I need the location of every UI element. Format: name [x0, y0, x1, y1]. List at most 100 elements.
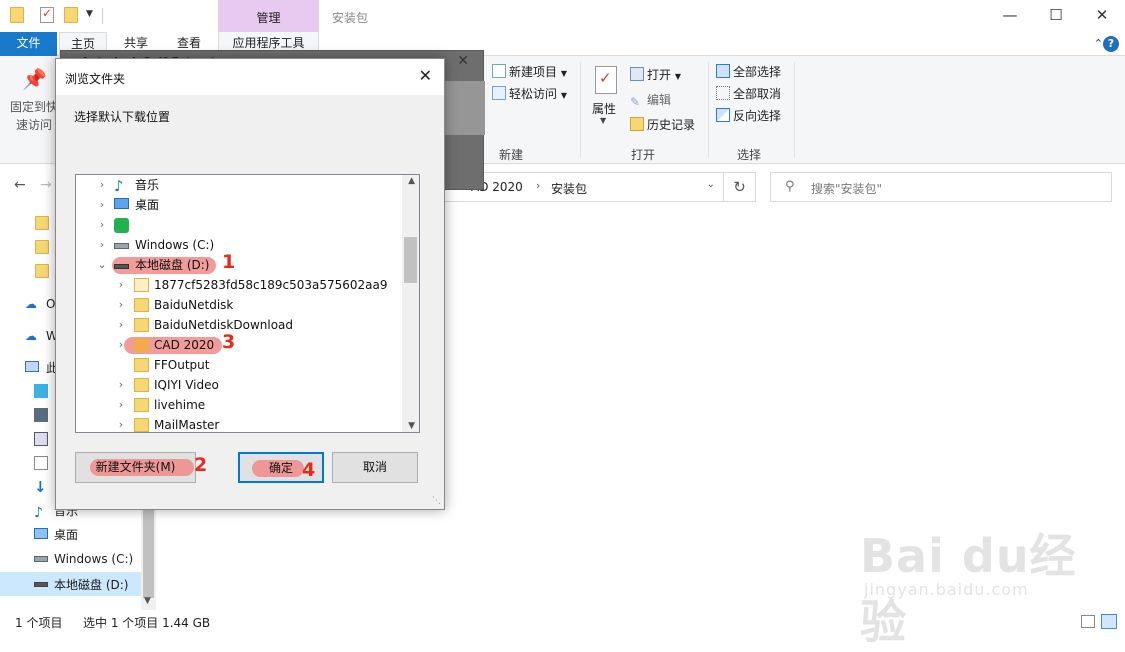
maximize-button[interactable]: ☐ [1033, 0, 1079, 32]
chevron-right-icon[interactable]: › [115, 375, 127, 395]
iqiyi-icon [114, 218, 129, 233]
nav-item-label: Windows (C:) [54, 552, 134, 566]
tree-item-folder[interactable]: › IQIYI Video [76, 375, 402, 395]
folder-icon[interactable] [35, 240, 49, 254]
tree-item-windows-c[interactable]: › Windows (C:) [76, 235, 402, 255]
folder-icon[interactable] [10, 7, 24, 23]
select-none-icon [716, 86, 730, 100]
chevron-right-icon[interactable]: › [96, 195, 108, 215]
easy-access-label: 轻松访问 [509, 87, 558, 101]
search-input[interactable]: ⚲ 搜索"安装包" [770, 172, 1112, 202]
dialog-title-bar: 浏览文件夹 ✕ [56, 59, 444, 95]
tree-item-label: 本地磁盘 (D:) [135, 258, 210, 272]
tab-file[interactable]: 文件 [0, 32, 57, 56]
tree-scrollbar[interactable] [402, 175, 419, 432]
forward-arrow-icon[interactable]: → [40, 177, 52, 193]
new-folder-button[interactable]: 新建文件夹(M) [75, 452, 196, 483]
tree-item-label: Windows (C:) [135, 238, 215, 252]
help-icon[interactable]: ? [1103, 36, 1119, 52]
chevron-up-icon[interactable]: ⌃ [1094, 37, 1103, 50]
close-icon[interactable]: ✕ [457, 53, 469, 69]
tree-item-label: FFOutput [154, 358, 210, 372]
breadcrumb-install-package[interactable]: 安装包 [551, 180, 587, 197]
properties-quick-icon[interactable] [40, 6, 54, 23]
chevron-down-icon[interactable]: ▼ [144, 596, 151, 606]
chevron-right-icon[interactable]: › [96, 215, 108, 235]
desktop-icon [114, 198, 129, 209]
minimize-button[interactable]: — [987, 0, 1033, 32]
chevron-down-icon[interactable]: ⌄ [96, 255, 108, 275]
folder-icon [134, 398, 149, 412]
back-arrow-icon[interactable]: ← [14, 177, 26, 193]
search-icon: ⚲ [785, 179, 795, 194]
resize-grip-icon[interactable]: ⋱ [432, 496, 441, 506]
nav-item-desktop[interactable]: 桌面 [0, 523, 142, 547]
tree-item-folder[interactable]: FFOutput [76, 355, 402, 375]
folder-tree[interactable]: › ♪ 音乐 › 桌面 › › Windows (C:) ⌄ 本地磁盘 (D:) [75, 174, 420, 433]
pin-to-quick-access-button[interactable]: 固定到快 速访问 [8, 98, 60, 134]
invert-selection-button[interactable]: 反向选择 [716, 106, 781, 126]
edit-button[interactable]: ✎ 编辑 [630, 90, 671, 110]
tree-item-folder[interactable]: › 1877cf5283fd58c189c503a575602aa9 [76, 275, 402, 295]
cancel-button[interactable]: 取消 [332, 452, 418, 483]
music-icon: ♪ [114, 177, 124, 195]
chevron-right-icon[interactable]: › [115, 395, 127, 415]
computer-icon [25, 361, 39, 372]
pencil-icon: ✎ [630, 95, 641, 109]
video-icon[interactable] [34, 408, 48, 422]
tree-item-folder[interactable]: › MailMaster [76, 415, 402, 432]
folder-icon[interactable] [35, 264, 49, 278]
nav-item-windows-c[interactable]: Windows (C:) [0, 547, 142, 571]
invert-selection-icon [716, 108, 730, 122]
dialog-close-button[interactable]: ✕ [419, 66, 432, 85]
chevron-down-icon[interactable]: ⌄ [707, 179, 715, 190]
chevron-right-icon[interactable]: › [115, 315, 127, 335]
tree-item-label: IQIYI Video [154, 378, 219, 392]
picture-icon[interactable] [34, 432, 48, 446]
download-icon[interactable]: ↓ [34, 480, 48, 495]
open-button[interactable]: 打开 ▼ [630, 65, 681, 85]
divider [708, 62, 709, 158]
pin-icon[interactable]: 📌 [22, 68, 47, 90]
chevron-right-icon[interactable]: › [96, 235, 108, 255]
properties-icon[interactable] [595, 66, 617, 94]
quick-access-dropdown-icon[interactable]: ▼ [86, 9, 96, 21]
chevron-up-icon[interactable]: ▲ [408, 176, 415, 186]
chevron-right-icon[interactable]: › [115, 275, 127, 295]
select-none-label: 全部取消 [733, 87, 782, 101]
chevron-down-icon[interactable]: ▼ [408, 421, 415, 431]
pin-label-line2: 速访问 [15, 118, 52, 132]
document-icon[interactable] [34, 456, 48, 470]
easy-access-button[interactable]: 轻松访问 ▼ [492, 84, 567, 104]
3d-objects-icon[interactable] [34, 384, 48, 398]
tree-item-iqiyi[interactable]: › [76, 215, 402, 235]
chevron-right-icon[interactable]: › [115, 415, 127, 432]
dialog-title: 浏览文件夹 [65, 72, 126, 86]
folder-icon[interactable] [35, 216, 49, 230]
tree-item-cad-2020[interactable]: › CAD 2020 [76, 335, 402, 355]
tree-item-folder[interactable]: › livehime [76, 395, 402, 415]
nav-item-local-d-selected[interactable]: 本地磁盘 (D:) [0, 572, 141, 596]
details-view-icon[interactable] [1081, 615, 1095, 628]
chevron-right-icon[interactable]: › [115, 295, 127, 315]
chevron-right-icon[interactable]: › [96, 175, 108, 195]
chevron-right-icon[interactable]: › [115, 335, 127, 355]
tree-scroll-thumb[interactable] [404, 237, 417, 283]
select-all-button[interactable]: 全部选择 [716, 62, 781, 82]
tree-item-music[interactable]: › ♪ 音乐 [76, 175, 402, 195]
large-icons-view-icon[interactable] [1101, 614, 1117, 629]
context-tab-group-manage: 管理 [218, 0, 319, 32]
tree-item-desktop[interactable]: › 桌面 [76, 195, 402, 215]
select-none-button[interactable]: 全部取消 [716, 84, 781, 104]
tree-item-local-d[interactable]: ⌄ 本地磁盘 (D:) [76, 255, 402, 275]
chevron-right-icon[interactable]: › [536, 179, 540, 192]
refresh-button[interactable]: ↻ [724, 172, 756, 202]
new-folder-quick-icon[interactable] [64, 7, 78, 23]
tree-item-folder[interactable]: › BaiduNetdisk [76, 295, 402, 315]
tree-item-folder[interactable]: › BaiduNetdiskDownload [76, 315, 402, 335]
close-button[interactable]: ✕ [1079, 0, 1125, 32]
open-icon [630, 67, 644, 81]
history-button[interactable]: 历史记录 [630, 115, 695, 135]
new-item-button[interactable]: 新建项目 ▼ [492, 62, 567, 82]
properties-button[interactable]: 属性 [592, 100, 616, 117]
